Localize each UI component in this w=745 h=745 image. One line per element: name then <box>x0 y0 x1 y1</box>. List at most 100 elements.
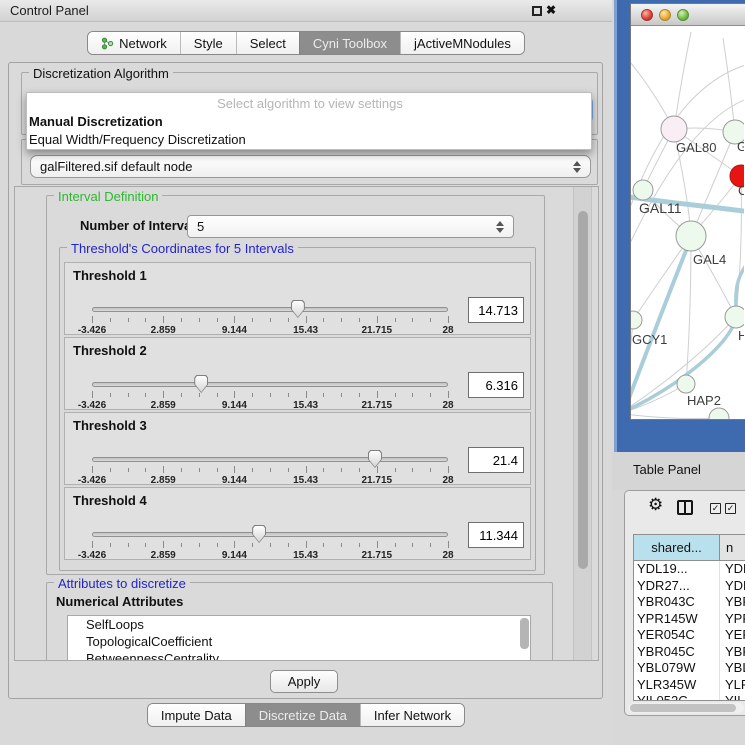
slider-ticks <box>92 391 448 399</box>
threshold-slider[interactable]: -3.4262.8599.14415.4321.71528 <box>89 374 451 410</box>
node-pink <box>661 116 687 142</box>
column-header-shared-name[interactable]: shared... <box>634 535 720 560</box>
tab-impute-data[interactable]: Impute Data <box>148 704 245 726</box>
threshold-list: Threshold 1 -3.4262.8599.14415.4321.7152… <box>60 262 535 560</box>
network-canvas[interactable]: GAL80 GA GAL11 C GAL4 GCY1 H HAP2 <box>631 26 745 419</box>
cell-shared-name[interactable]: YIL052C <box>634 693 720 701</box>
slider-track[interactable] <box>92 382 448 387</box>
apply-button[interactable]: Apply <box>270 670 338 693</box>
cell-name[interactable]: YLR3 <box>720 677 745 694</box>
dropdown-option-manual-discretization[interactable]: Manual Discretization <box>27 113 591 131</box>
tab-style[interactable]: Style <box>180 32 236 54</box>
tab-network[interactable]: Network <box>88 32 180 54</box>
cell-shared-name[interactable]: YPR145W <box>634 611 720 628</box>
tab-label: Select <box>250 36 286 51</box>
table-row[interactable]: YER054CYER0 <box>634 627 745 644</box>
cell-shared-name[interactable]: YBL079W <box>634 660 720 677</box>
table-row[interactable]: YBR045CYBR0 <box>634 644 745 661</box>
table-row[interactable]: YIL052CYIL0 <box>634 693 745 701</box>
close-icon[interactable]: ✖ <box>546 3 556 17</box>
tick-label: -3.426 <box>78 475 106 486</box>
tick-label: 28 <box>442 325 453 336</box>
column-header-name[interactable]: n <box>720 535 745 560</box>
slider-track[interactable] <box>92 457 448 462</box>
network-view-window: GAL80 GA GAL11 C GAL4 GCY1 H HAP2 <box>630 3 745 420</box>
bottom-tab-bar: Impute DataDiscretize DataInfer Network <box>0 703 612 727</box>
cell-name[interactable]: YDR2 <box>720 578 745 595</box>
table-body: YDL19...YDL1YDR27...YDR2YBR043CYBR0YPR14… <box>634 561 745 701</box>
attribute-list-item[interactable]: BetweennessCentrality <box>68 650 530 661</box>
tab-jactivemnodules[interactable]: jActiveMNodules <box>400 32 524 54</box>
tab-select[interactable]: Select <box>236 32 299 54</box>
close-traffic-light-icon[interactable] <box>641 9 653 21</box>
tick-label: 28 <box>442 550 453 561</box>
group-label: Interval Definition <box>54 189 162 204</box>
numerical-attributes-list[interactable]: SelfLoopsTopologicalCoefficientBetweenne… <box>67 615 531 661</box>
table-row[interactable]: YDL19...YDL1 <box>634 561 745 578</box>
cell-name[interactable]: YBR0 <box>720 594 745 611</box>
node-label-gal4: GAL4 <box>693 252 726 267</box>
threshold-value-field[interactable] <box>468 522 524 548</box>
threshold-value-field[interactable] <box>468 447 524 473</box>
group-label: Discretization Algorithm <box>29 66 173 81</box>
dropdown-option-equal-width-frequency[interactable]: Equal Width/Frequency Discretization <box>27 131 591 149</box>
checkbox-icon[interactable]: ✓ <box>710 503 721 514</box>
threshold-slider[interactable]: -3.4262.8599.14415.4321.71528 <box>89 524 451 560</box>
number-of-intervals-spinner[interactable]: 5 <box>187 215 514 238</box>
vertical-scrollbar-thumb[interactable] <box>578 211 588 569</box>
threshold-value-field[interactable] <box>468 372 524 398</box>
tick-label: -3.426 <box>78 400 106 411</box>
cell-name[interactable]: YPR1 <box>720 611 745 628</box>
float-window-icon[interactable] <box>532 6 542 16</box>
horizontal-scrollbar-track[interactable] <box>628 703 744 713</box>
tick-label: 9.144 <box>222 325 247 336</box>
node-label-gal80: GAL80 <box>676 140 716 155</box>
tab-cyni-toolbox[interactable]: Cyni Toolbox <box>299 32 400 54</box>
gear-icon[interactable]: ⚙ <box>648 495 663 515</box>
cell-name[interactable]: YBL0 <box>720 660 745 677</box>
zoom-traffic-light-icon[interactable] <box>677 9 689 21</box>
tab-discretize-data[interactable]: Discretize Data <box>245 704 360 726</box>
tab-label: Network <box>119 36 167 51</box>
cell-shared-name[interactable]: YBR043C <box>634 594 720 611</box>
table-row[interactable]: YBL079WYBL0 <box>634 660 745 677</box>
slider-track[interactable] <box>92 532 448 537</box>
cell-shared-name[interactable]: YER054C <box>634 627 720 644</box>
table-data-combobox[interactable]: galFiltered.sif default node <box>30 155 591 178</box>
number-of-intervals-label: Number of Intervals <box>80 218 202 233</box>
cell-shared-name[interactable]: YDR27... <box>634 578 720 595</box>
cell-name[interactable]: YBR0 <box>720 644 745 661</box>
cell-shared-name[interactable]: YDL19... <box>634 561 720 578</box>
dropdown-hint-item[interactable]: Select algorithm to view settings <box>27 95 591 113</box>
threshold-value-field[interactable] <box>468 297 524 323</box>
attribute-list-item[interactable]: TopologicalCoefficient <box>68 633 530 650</box>
table-row[interactable]: YLR345WYLR3 <box>634 677 745 694</box>
table-row[interactable]: YDR27...YDR2 <box>634 578 745 595</box>
attribute-list-item[interactable]: SelfLoops <box>68 616 530 633</box>
list-scrollbar[interactable] <box>520 618 529 649</box>
columns-icon[interactable] <box>677 500 693 515</box>
tick-label: 21.715 <box>362 325 393 336</box>
tab-label: Cyni Toolbox <box>313 36 387 51</box>
slider-ticks <box>92 541 448 549</box>
cell-shared-name[interactable]: YBR045C <box>634 644 720 661</box>
cell-name[interactable]: YIL0 <box>720 693 745 701</box>
table-row[interactable]: YPR145WYPR1 <box>634 611 745 628</box>
tick-label: 2.859 <box>151 475 176 486</box>
cell-shared-name[interactable]: YLR345W <box>634 677 720 694</box>
cell-name[interactable]: YER0 <box>720 627 745 644</box>
threshold-slider[interactable]: -3.4262.8599.14415.4321.71528 <box>89 449 451 485</box>
vertical-scrollbar-track[interactable] <box>573 187 592 660</box>
threshold-slider[interactable]: -3.4262.8599.14415.4321.71528 <box>89 299 451 335</box>
slider-track[interactable] <box>92 307 448 312</box>
checkbox-icon[interactable]: ✓ <box>725 503 736 514</box>
node-right <box>725 306 744 328</box>
table-row[interactable]: YBR043CYBR0 <box>634 594 745 611</box>
minimize-traffic-light-icon[interactable] <box>659 9 671 21</box>
tick-label: 15.43 <box>293 325 318 336</box>
tick-label: 28 <box>442 475 453 486</box>
attributes-group: Attributes to discretize Numerical Attri… <box>46 582 553 661</box>
tab-infer-network[interactable]: Infer Network <box>360 704 464 726</box>
horizontal-scrollbar-thumb[interactable] <box>630 704 736 712</box>
cell-name[interactable]: YDL1 <box>720 561 745 578</box>
